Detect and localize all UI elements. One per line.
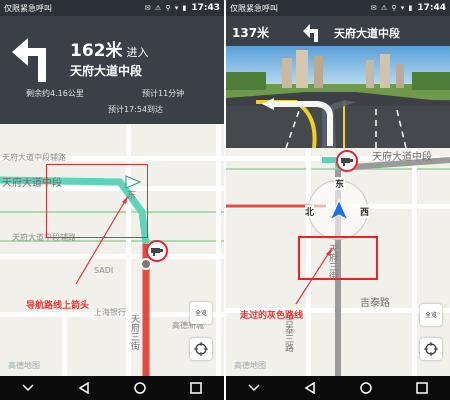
home-icon[interactable]: [128, 379, 152, 397]
clock: 17:43: [191, 3, 220, 13]
clock: 17:44: [417, 3, 446, 13]
recents-icon[interactable]: [410, 379, 434, 397]
turn-left-arrow-icon: [12, 38, 46, 82]
distance-value: 162米: [70, 41, 123, 61]
system-nav-bar: [0, 376, 224, 400]
left-screen: 仅限紧急呼叫 ✉ ⚠ ⚲ ▾ ▮ 17:43 162米 进入 天府大道中段 剩余约…: [0, 0, 224, 400]
enter-label: 进入: [126, 46, 149, 59]
annotation-arrow: [295, 247, 333, 305]
status-bar: 仅限紧急呼叫 ✉ ⚠ ⚲ ▾ ▮ 17:44: [226, 0, 450, 16]
status-icons: ✉ ⚠ ⚲ ▾ ▮: [370, 4, 414, 12]
expand-icon[interactable]: [242, 379, 266, 397]
home-icon[interactable]: [354, 379, 378, 397]
annotation-label: 走过的灰色路线: [240, 311, 304, 321]
eta-minutes: 预计11分钟: [142, 89, 185, 98]
overview-label: 全览: [194, 309, 207, 317]
turn-left-arrow-icon: [303, 24, 318, 42]
remaining-distance: 剩余约4.16公里: [26, 89, 84, 98]
system-nav-bar: [226, 376, 450, 400]
next-road-name: 天府大道中段: [70, 64, 143, 78]
next-road-name: 天府大道中段: [334, 27, 400, 40]
amap-logo: 高德地图: [234, 361, 266, 370]
expand-icon[interactable]: [16, 379, 40, 397]
turn-distance: 137米: [232, 26, 270, 40]
vehicle-position-marker: [140, 258, 152, 270]
carrier-text: 仅限紧急呼叫: [230, 3, 278, 13]
overview-button[interactable]: 全览: [190, 302, 212, 324]
locate-button[interactable]: [420, 338, 442, 360]
eta-time: 预计17:54到达: [108, 105, 164, 114]
navigation-panel: 137米 天府大道中段: [226, 16, 450, 46]
status-bar: 仅限紧急呼叫 ✉ ⚠ ⚲ ▾ ▮ 17:43: [0, 0, 224, 16]
crosshair-icon: [424, 342, 438, 356]
navigation-panel: 162米 进入 天府大道中段 剩余约4.16公里 预计11分钟 预计17:54到达: [0, 16, 224, 124]
amap-logo: 高德地图: [8, 361, 40, 370]
overview-label: 全览: [424, 311, 437, 319]
annotation-label: 导航路线上箭头: [26, 301, 90, 311]
recents-icon[interactable]: [184, 379, 208, 397]
map-view[interactable]: 天府大道中段辅路 天府大道中段 天府大道中段辅路 SADI 上海银行 高德新城 …: [0, 124, 224, 376]
map-view[interactable]: 天府大道中段 吉泰路 天府三街 吉泰三路 东 西 北 走过的灰色路线 全览 高德…: [226, 148, 450, 376]
locate-button[interactable]: [190, 338, 212, 360]
right-screen: 仅限紧急呼叫 ✉ ⚠ ⚲ ▾ ▮ 17:44 137米 天府大道中段 天府大道中…: [226, 0, 450, 400]
back-icon[interactable]: [298, 379, 322, 397]
back-icon[interactable]: [72, 379, 96, 397]
crosshair-icon: [194, 342, 208, 356]
carrier-text: 仅限紧急呼叫: [4, 3, 52, 13]
overview-button[interactable]: 全览: [420, 304, 442, 326]
status-icons: ✉ ⚠ ⚲ ▾ ▮: [144, 4, 188, 12]
turn-distance: 162米 进入: [70, 36, 149, 61]
junction-3d-view: [226, 46, 450, 148]
